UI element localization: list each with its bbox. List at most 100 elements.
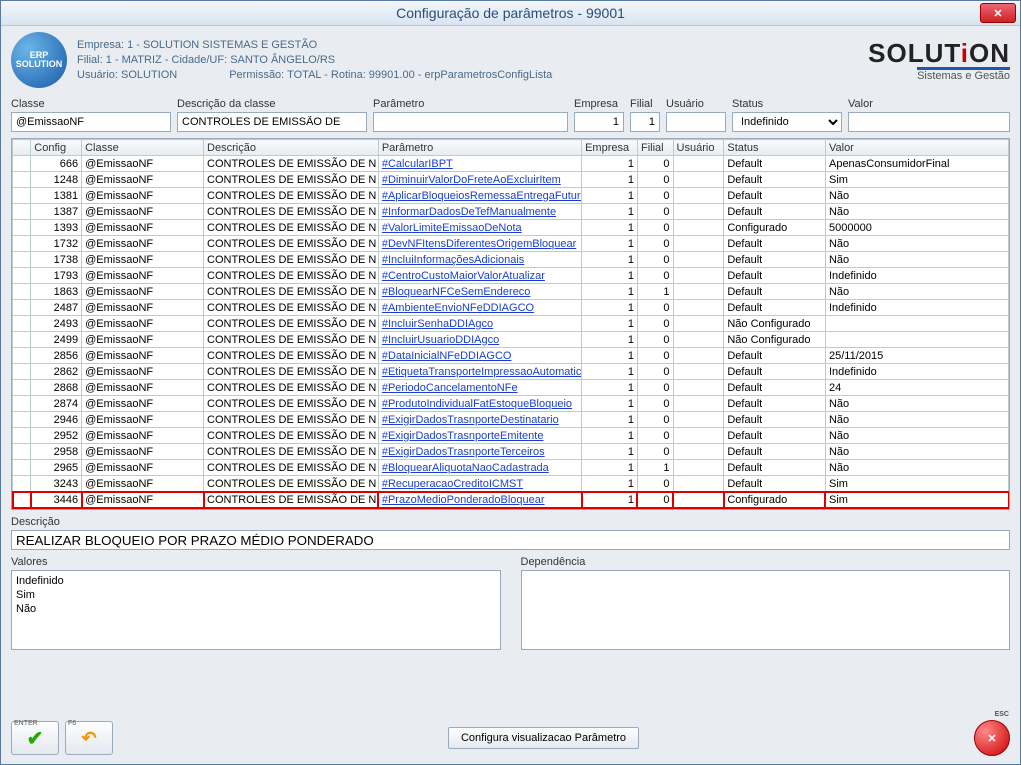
textarea-dependencia[interactable] xyxy=(521,570,1011,650)
table-row[interactable]: 1381@EmissaoNFCONTROLES DE EMISSÃO DE N#… xyxy=(13,188,1009,204)
input-classe[interactable] xyxy=(11,112,171,132)
cell-config: 2958 xyxy=(31,444,82,460)
row-selector[interactable] xyxy=(13,204,31,220)
input-desc-classe[interactable] xyxy=(177,112,367,132)
row-selector[interactable] xyxy=(13,476,31,492)
table-row[interactable]: 2958@EmissaoNFCONTROLES DE EMISSÃO DE N#… xyxy=(13,444,1009,460)
param-link[interactable]: #ExigirDadosTrasnporteDestinatario xyxy=(382,414,559,426)
param-link[interactable]: #DataInicialNFeDDIAGCO xyxy=(382,350,512,362)
param-link[interactable]: #IncluiInformaçõesAdicionais xyxy=(382,254,524,266)
param-link[interactable]: #IncluirSenhaDDIAgco xyxy=(382,318,493,330)
param-link[interactable]: #DevNFItensDiferentesOrigemBloquear xyxy=(382,238,576,250)
param-link[interactable]: #BloquearAliquotaNaoCadastrada xyxy=(382,462,549,474)
enter-button[interactable]: ENTER✔ xyxy=(11,721,59,755)
col-parametro[interactable]: Parâmetro xyxy=(378,140,581,156)
table-row[interactable]: 2874@EmissaoNFCONTROLES DE EMISSÃO DE N#… xyxy=(13,396,1009,412)
param-link[interactable]: #BloquearNFCeSemEndereco xyxy=(382,286,531,298)
col-status[interactable]: Status xyxy=(724,140,826,156)
table-row[interactable]: 1393@EmissaoNFCONTROLES DE EMISSÃO DE N#… xyxy=(13,220,1009,236)
table-row[interactable]: 2965@EmissaoNFCONTROLES DE EMISSÃO DE N#… xyxy=(13,460,1009,476)
table-row[interactable]: 2952@EmissaoNFCONTROLES DE EMISSÃO DE N#… xyxy=(13,428,1009,444)
param-link[interactable]: #CalcularIBPT xyxy=(382,158,453,170)
col-descricao[interactable]: Descrição xyxy=(204,140,379,156)
esc-button[interactable]: ESC✕ xyxy=(974,720,1010,756)
row-selector[interactable] xyxy=(13,188,31,204)
config-visualizacao-button[interactable]: Configura visualizacao Parâmetro xyxy=(448,727,639,749)
row-selector[interactable] xyxy=(13,268,31,284)
row-selector[interactable] xyxy=(13,156,31,172)
cell-parametro: #IncluiInformaçõesAdicionais xyxy=(378,252,581,268)
row-selector[interactable] xyxy=(13,236,31,252)
table-row[interactable]: 1387@EmissaoNFCONTROLES DE EMISSÃO DE N#… xyxy=(13,204,1009,220)
row-selector[interactable] xyxy=(13,348,31,364)
param-link[interactable]: #ExigirDadosTrasnporteEmitente xyxy=(382,430,544,442)
input-empresa[interactable] xyxy=(574,112,624,132)
select-status[interactable]: Indefinido xyxy=(732,112,842,132)
row-selector[interactable] xyxy=(13,460,31,476)
table-row[interactable]: 2856@EmissaoNFCONTROLES DE EMISSÃO DE N#… xyxy=(13,348,1009,364)
table-row[interactable]: 1863@EmissaoNFCONTROLES DE EMISSÃO DE N#… xyxy=(13,284,1009,300)
col-selector[interactable] xyxy=(13,140,31,156)
param-link[interactable]: #AplicarBloqueiosRemessaEntregaFutura xyxy=(382,190,582,202)
list-item[interactable]: Indefinido xyxy=(16,574,496,588)
col-classe[interactable]: Classe xyxy=(82,140,204,156)
data-grid[interactable]: Config Classe Descrição Parâmetro Empres… xyxy=(11,138,1010,510)
param-link[interactable]: #AmbienteEnvioNFeDDIAGCO xyxy=(382,302,534,314)
table-row[interactable]: 2868@EmissaoNFCONTROLES DE EMISSÃO DE N#… xyxy=(13,380,1009,396)
table-row[interactable]: 1248@EmissaoNFCONTROLES DE EMISSÃO DE N#… xyxy=(13,172,1009,188)
input-usuario[interactable] xyxy=(666,112,726,132)
table-row[interactable]: 3243@EmissaoNFCONTROLES DE EMISSÃO DE N#… xyxy=(13,476,1009,492)
row-selector[interactable] xyxy=(13,316,31,332)
list-item[interactable]: Não xyxy=(16,602,496,616)
col-valor[interactable]: Valor xyxy=(825,140,1008,156)
param-link[interactable]: #ProdutoIndividualFatEstoqueBloqueio xyxy=(382,398,572,410)
table-row[interactable]: 2862@EmissaoNFCONTROLES DE EMISSÃO DE N#… xyxy=(13,364,1009,380)
param-link[interactable]: #PeriodoCancelamentoNFe xyxy=(382,382,518,394)
row-selector[interactable] xyxy=(13,364,31,380)
table-row[interactable]: 2499@EmissaoNFCONTROLES DE EMISSÃO DE N#… xyxy=(13,332,1009,348)
param-link[interactable]: #ValorLimiteEmissaoDeNota xyxy=(382,222,522,234)
listbox-valores[interactable]: IndefinidoSimNão xyxy=(11,570,501,650)
param-link[interactable]: #CentroCustoMaiorValorAtualizar xyxy=(382,270,545,282)
input-parametro[interactable] xyxy=(373,112,568,132)
table-row[interactable]: 2487@EmissaoNFCONTROLES DE EMISSÃO DE N#… xyxy=(13,300,1009,316)
row-selector[interactable] xyxy=(13,396,31,412)
row-selector[interactable] xyxy=(13,252,31,268)
row-selector[interactable] xyxy=(13,220,31,236)
row-selector[interactable] xyxy=(13,412,31,428)
row-selector[interactable] xyxy=(13,284,31,300)
table-row[interactable]: 1732@EmissaoNFCONTROLES DE EMISSÃO DE N#… xyxy=(13,236,1009,252)
param-link[interactable]: #IncluirUsuarioDDIAgco xyxy=(382,334,499,346)
table-row[interactable]: 1738@EmissaoNFCONTROLES DE EMISSÃO DE N#… xyxy=(13,252,1009,268)
list-item[interactable]: Sim xyxy=(16,588,496,602)
col-config[interactable]: Config xyxy=(31,140,82,156)
row-selector[interactable] xyxy=(13,300,31,316)
table-row[interactable]: 2493@EmissaoNFCONTROLES DE EMISSÃO DE N#… xyxy=(13,316,1009,332)
row-selector[interactable] xyxy=(13,332,31,348)
param-link[interactable]: #EtiquetaTransporteImpressaoAutomatica xyxy=(382,366,582,378)
col-empresa[interactable]: Empresa xyxy=(582,140,638,156)
table-row[interactable]: 666@EmissaoNFCONTROLES DE EMISSÃO DE N#C… xyxy=(13,156,1009,172)
table-row[interactable]: 2946@EmissaoNFCONTROLES DE EMISSÃO DE N#… xyxy=(13,412,1009,428)
param-link[interactable]: #InformarDadosDeTefManualmente xyxy=(382,206,556,218)
row-selector[interactable] xyxy=(13,492,31,508)
row-selector[interactable] xyxy=(13,172,31,188)
close-button[interactable]: ✕ xyxy=(980,3,1016,23)
row-selector[interactable] xyxy=(13,444,31,460)
input-filial[interactable] xyxy=(630,112,660,132)
row-selector[interactable] xyxy=(13,380,31,396)
param-link[interactable]: #DiminuirValorDoFreteAoExcluirItem xyxy=(382,174,561,186)
f6-button[interactable]: F6↶ xyxy=(65,721,113,755)
param-link[interactable]: #ExigirDadosTrasnporteTerceiros xyxy=(382,446,545,458)
col-filial[interactable]: Filial xyxy=(637,140,673,156)
cell-status: Default xyxy=(724,156,826,172)
input-valor[interactable] xyxy=(848,112,1010,132)
input-detail-descricao[interactable] xyxy=(11,530,1010,550)
col-usuario[interactable]: Usuário xyxy=(673,140,724,156)
param-link[interactable]: #PrazoMedioPonderadoBloquear xyxy=(382,494,545,506)
table-row[interactable]: 3446@EmissaoNFCONTROLES DE EMISSÃO DE N#… xyxy=(13,492,1009,508)
table-row[interactable]: 1793@EmissaoNFCONTROLES DE EMISSÃO DE N#… xyxy=(13,268,1009,284)
row-selector[interactable] xyxy=(13,428,31,444)
param-link[interactable]: #RecuperacaoCreditoICMST xyxy=(382,478,523,490)
cell-valor: Não xyxy=(825,396,1008,412)
